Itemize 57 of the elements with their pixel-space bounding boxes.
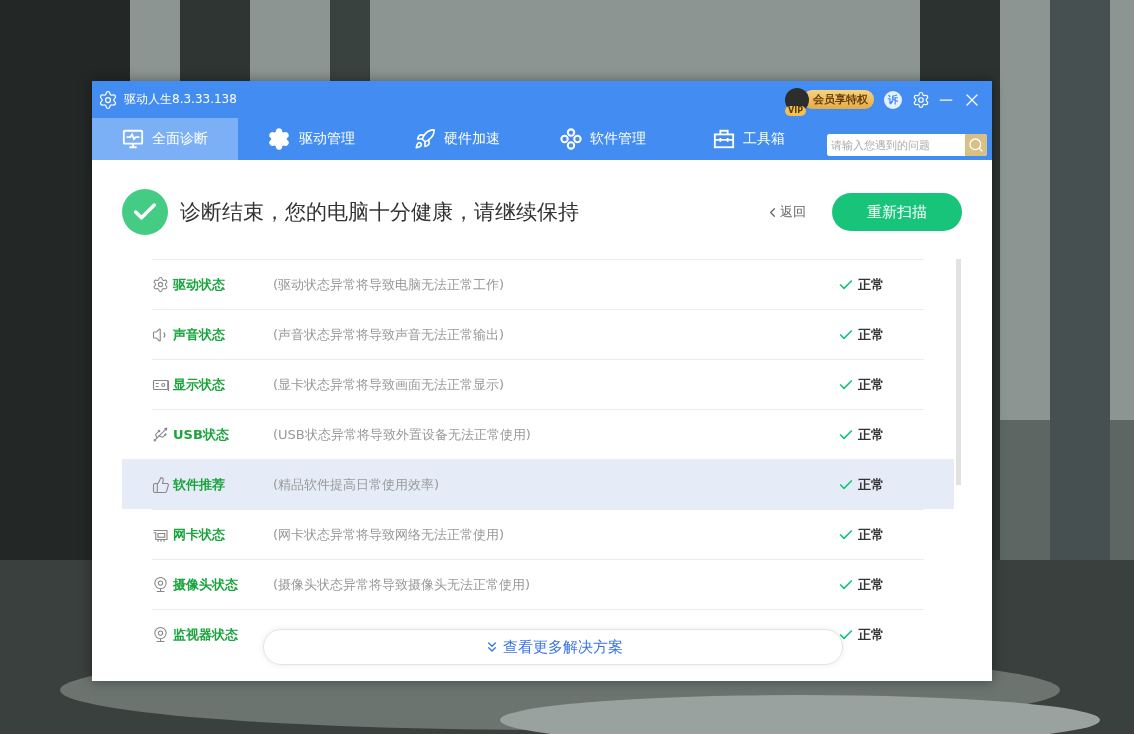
webcam-icon: [152, 576, 169, 593]
item-description: (声音状态异常将导致声音无法正常输出): [273, 326, 505, 342]
complaint-button[interactable]: 诉: [884, 90, 902, 109]
item-description: (摄像头状态异常将导致摄像头无法正常使用): [273, 576, 531, 592]
item-name: USB状态: [173, 425, 230, 444]
tab-label: 软件管理: [590, 130, 646, 148]
item-name: 网卡状态: [173, 525, 226, 544]
gear-icon: [152, 276, 169, 293]
item-name: 声音状态: [173, 325, 226, 344]
item-description: (显卡状态异常将导致画面无法正常显示): [273, 376, 505, 392]
status-text: 正常: [858, 475, 884, 494]
window-title: 驱动人生8.3.33.138: [124, 91, 238, 108]
flower-icon: [560, 128, 582, 150]
status-text: 正常: [858, 325, 884, 344]
item-name: 摄像头状态: [173, 575, 239, 594]
status-text: 正常: [858, 525, 884, 544]
usb-icon: [152, 426, 169, 443]
webcam-icon: [152, 626, 169, 643]
status-text: 正常: [858, 625, 884, 644]
status-text: 正常: [858, 575, 884, 594]
success-check-icon: [122, 189, 168, 235]
app-logo-icon: [98, 89, 118, 110]
nav-tab[interactable]: 驱动管理: [238, 118, 384, 160]
nav-tab[interactable]: 全面诊断: [92, 118, 238, 160]
item-description: (USB状态异常将导致外置设备无法正常使用): [273, 426, 531, 442]
search-field[interactable]: 请输入您遇到的问题: [827, 134, 987, 156]
tab-label: 驱动管理: [299, 130, 355, 148]
item-name: 监视器状态: [173, 625, 239, 644]
search-button[interactable]: [965, 134, 987, 156]
item-description: (网卡状态异常将导致网络无法正常使用): [273, 526, 505, 542]
item-description: (驱动状态异常将导致电脑无法正常工作): [273, 276, 505, 292]
status-text: 正常: [858, 425, 884, 444]
thumbs-up-icon: [152, 475, 170, 494]
rescan-button[interactable]: 重新扫描: [832, 193, 962, 231]
item-name: 驱动状态: [173, 275, 226, 294]
status-text: 正常: [858, 275, 884, 294]
toolbox-icon: [713, 128, 735, 150]
item-description: (精品软件提高日常使用效率): [273, 476, 440, 492]
tab-label: 工具箱: [743, 130, 785, 148]
settings-icon[interactable]: [912, 90, 930, 109]
tab-label: 硬件加速: [444, 130, 500, 148]
gear-icon: [267, 127, 291, 151]
back-link[interactable]: 返回: [765, 203, 806, 221]
result-message: 诊断结束，您的电脑十分健康，请继续保持: [180, 199, 580, 226]
item-name: 软件推荐: [173, 475, 226, 494]
status-text: 正常: [858, 375, 884, 394]
monitor-icon: [122, 128, 144, 150]
rocket-icon: [414, 128, 436, 150]
item-name: 显示状态: [173, 375, 226, 394]
highlighted-row[interactable]: 软件推荐 (精品软件提高日常使用效率) 正常: [122, 459, 954, 509]
nav-tab[interactable]: 工具箱: [676, 118, 822, 160]
more-solutions-button[interactable]: 查看更多解决方案: [263, 629, 843, 665]
nav-tab[interactable]: 硬件加速: [384, 118, 530, 160]
vip-badge: VIP: [785, 105, 807, 116]
scrollbar[interactable]: [956, 259, 961, 485]
tab-label: 全面诊断: [152, 130, 208, 148]
nav-tab[interactable]: 软件管理: [530, 118, 676, 160]
